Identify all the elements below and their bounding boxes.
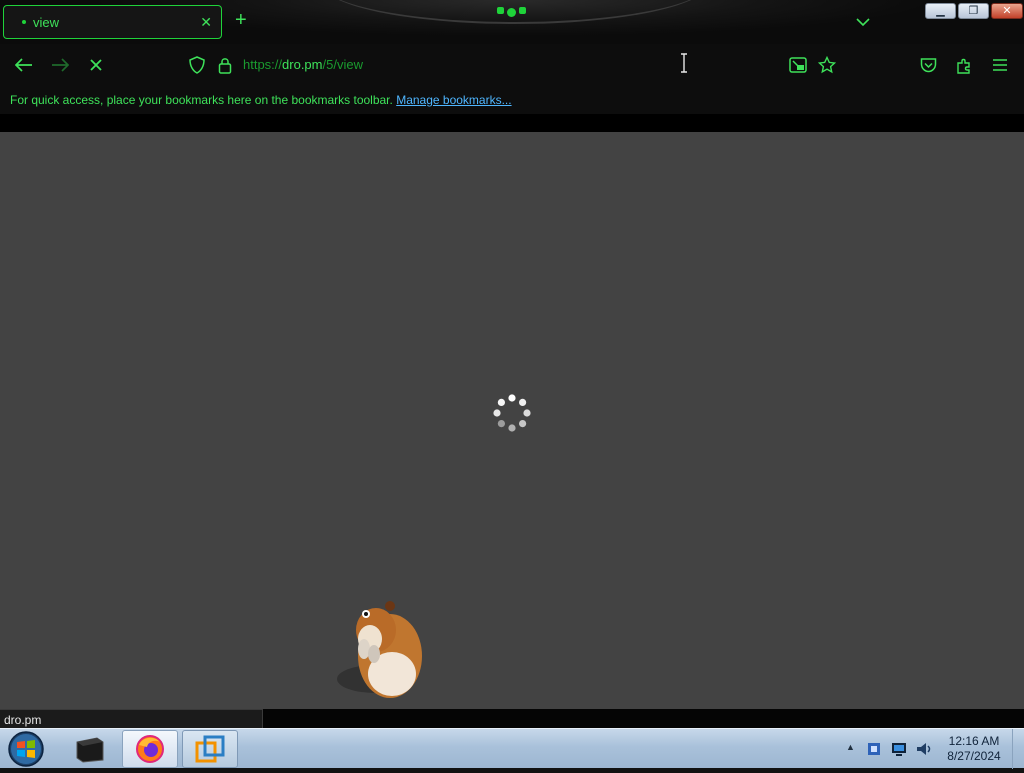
taskbar-vmware-app[interactable]	[182, 730, 238, 768]
tracking-protection-shield-icon[interactable]	[187, 55, 207, 75]
windows-taskbar: ▲ 12:16 AM 8/27/2024	[0, 728, 1024, 769]
url-path: /5/view	[322, 57, 363, 72]
forward-arrow-icon	[52, 58, 69, 72]
window-controls: ▁ ❐ ✕	[925, 3, 1023, 19]
page-content	[0, 132, 1024, 709]
stop-button[interactable]	[86, 55, 106, 75]
taskbar-firefox-app[interactable]	[122, 730, 178, 768]
hamster-image	[337, 601, 422, 698]
minimize-icon: ▁	[936, 4, 945, 17]
status-bar: dro.pm	[0, 709, 263, 728]
loading-spinner-icon	[493, 394, 531, 432]
taskbar-clock[interactable]: 12:16 AM 8/27/2024	[940, 734, 1008, 764]
status-bar-filler	[263, 709, 1024, 728]
stop-icon	[90, 59, 102, 71]
windows-logo-icon	[8, 731, 44, 767]
start-button[interactable]	[4, 730, 48, 768]
picture-in-picture-icon[interactable]	[788, 55, 808, 75]
tab-loading-dot	[22, 20, 26, 24]
vmware-icon	[195, 735, 225, 763]
extensions-puzzle-icon[interactable]	[954, 55, 974, 75]
bookmarks-empty-message: For quick access, place your bookmarks h…	[10, 93, 393, 107]
firefox-icon	[136, 735, 164, 763]
restore-button[interactable]: ❐	[958, 3, 989, 19]
lock-icon[interactable]	[215, 55, 235, 75]
browser-titlebar: view ✕ + ▁ ❐ ✕	[0, 0, 1024, 44]
titlebar-indicator-lights	[497, 7, 526, 17]
tray-security-icon[interactable]	[865, 740, 883, 758]
url-host: dro.pm	[282, 57, 323, 72]
pocket-icon[interactable]	[918, 55, 938, 75]
close-window-button[interactable]: ✕	[991, 3, 1023, 19]
tray-network-icon[interactable]	[890, 740, 908, 758]
forward-button[interactable]	[50, 55, 70, 75]
new-tab-button[interactable]: +	[235, 10, 247, 30]
status-url-text: dro.pm	[4, 713, 42, 727]
tab-title: view	[33, 14, 60, 30]
url-scheme: https://	[243, 57, 283, 72]
clock-time: 12:16 AM	[948, 734, 1000, 748]
url-bar[interactable]: https://dro.pm/5/view	[243, 57, 363, 72]
taskbar-terminal-app[interactable]	[62, 730, 118, 768]
restore-icon: ❐	[968, 4, 979, 17]
tray-overflow-arrow-icon[interactable]: ▲	[846, 742, 855, 752]
back-button[interactable]	[14, 55, 34, 75]
minimize-button[interactable]: ▁	[925, 3, 956, 19]
tab-close-icon[interactable]: ✕	[200, 14, 212, 31]
tab-list-chevron-icon[interactable]	[856, 14, 870, 32]
clock-date: 8/27/2024	[947, 749, 1001, 763]
bookmark-star-icon[interactable]	[817, 55, 837, 75]
manage-bookmarks-link[interactable]: Manage bookmarks...	[396, 93, 511, 107]
tray-volume-icon[interactable]	[915, 740, 933, 758]
terminal-icon	[76, 737, 104, 763]
bookmarks-toolbar: For quick access, place your bookmarks h…	[0, 86, 1024, 114]
back-arrow-icon	[15, 58, 32, 72]
navigation-toolbar: https://dro.pm/5/view	[0, 44, 1024, 86]
close-icon: ✕	[1002, 4, 1012, 17]
text-cursor-icon	[681, 53, 687, 73]
toolbar-bottom-strip	[0, 114, 1024, 132]
show-desktop-button[interactable]	[1012, 729, 1024, 769]
tab-view[interactable]: view ✕	[3, 5, 222, 39]
menu-hamburger-icon[interactable]	[990, 55, 1010, 75]
